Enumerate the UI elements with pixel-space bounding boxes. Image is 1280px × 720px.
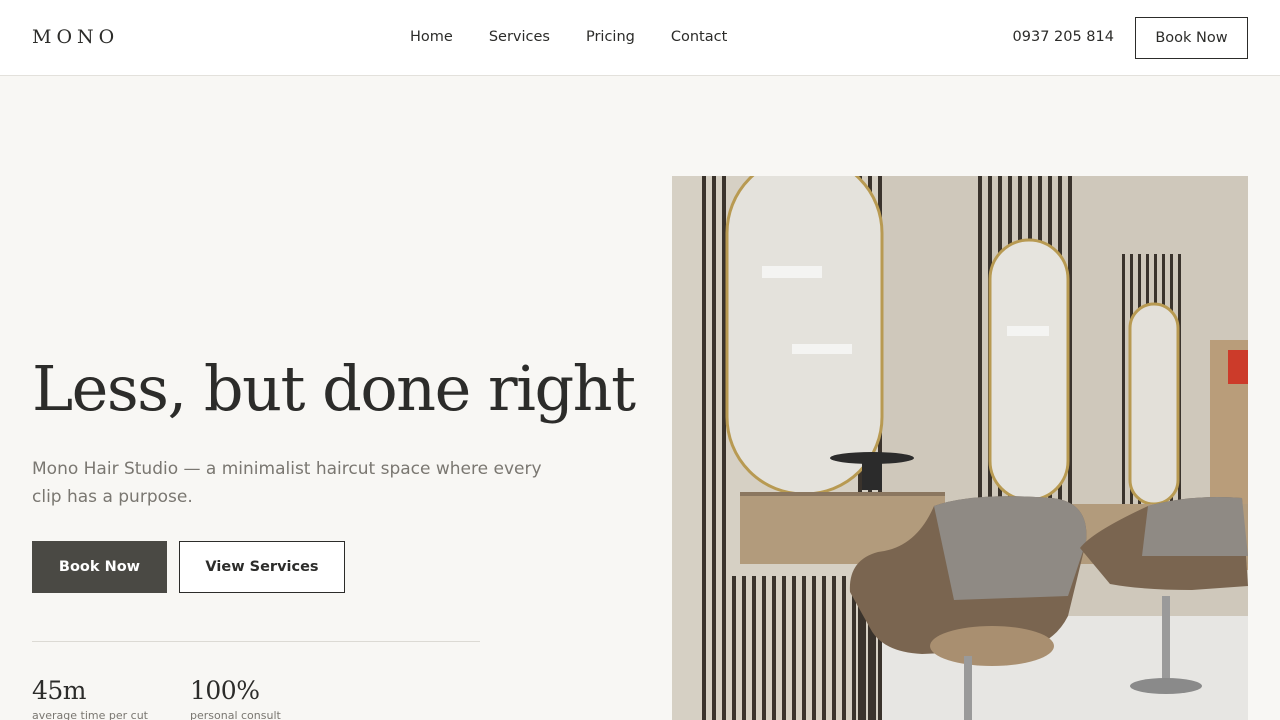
stat-time: 45m average time per cut bbox=[32, 676, 148, 720]
stats-divider bbox=[32, 641, 480, 642]
nav-pricing[interactable]: Pricing bbox=[586, 29, 635, 45]
nav-services[interactable]: Services bbox=[489, 29, 550, 45]
site-header: MONO Home Services Pricing Contact 0937 … bbox=[0, 0, 1280, 76]
stat-time-label: average time per cut bbox=[32, 709, 148, 720]
main-nav: Home Services Pricing Contact bbox=[410, 29, 763, 45]
hero-subtitle: Mono Hair Studio — a minimalist haircut … bbox=[32, 459, 542, 507]
stat-consult-value: 100% bbox=[190, 676, 260, 705]
stat-consult: 100% personal consult bbox=[190, 676, 281, 720]
view-services-button[interactable]: View Services bbox=[179, 541, 345, 593]
hero-title: Less, but done right bbox=[32, 352, 636, 425]
stat-time-value: 45m bbox=[32, 676, 87, 705]
nav-home[interactable]: Home bbox=[410, 29, 453, 45]
phone-number[interactable]: 0937 205 814 bbox=[1013, 29, 1114, 45]
nav-contact[interactable]: Contact bbox=[671, 29, 727, 45]
hero-book-now-button[interactable]: Book Now bbox=[32, 541, 167, 593]
stat-consult-label: personal consult bbox=[190, 709, 281, 720]
salon-interior-photo bbox=[672, 176, 1248, 720]
header-book-now-button[interactable]: Book Now bbox=[1135, 17, 1248, 59]
logo[interactable]: MONO bbox=[32, 26, 119, 48]
